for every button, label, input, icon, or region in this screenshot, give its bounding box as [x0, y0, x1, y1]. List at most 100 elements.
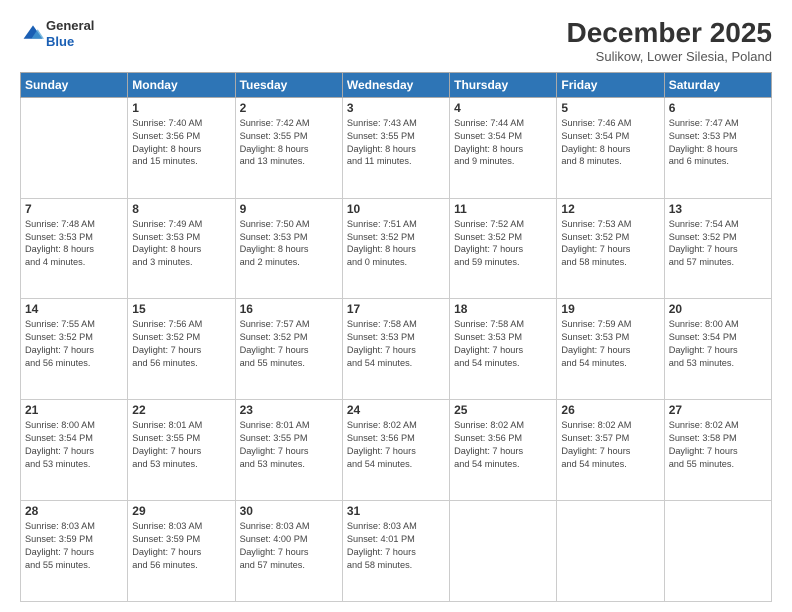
day-info: Sunrise: 7:50 AM Sunset: 3:53 PM Dayligh…	[240, 218, 338, 270]
day-info: Sunrise: 7:47 AM Sunset: 3:53 PM Dayligh…	[669, 117, 767, 169]
calendar-cell: 23 Sunrise: 8:01 AM Sunset: 3:55 PM Dayli…	[235, 400, 342, 501]
day-number: 4	[454, 101, 552, 115]
logo: General Blue	[20, 18, 94, 49]
day-info: Sunrise: 8:02 AM Sunset: 3:56 PM Dayligh…	[347, 419, 445, 471]
day-number: 9	[240, 202, 338, 216]
calendar-cell	[664, 501, 771, 602]
day-info: Sunrise: 8:02 AM Sunset: 3:58 PM Dayligh…	[669, 419, 767, 471]
day-info: Sunrise: 7:56 AM Sunset: 3:52 PM Dayligh…	[132, 318, 230, 370]
calendar-cell	[21, 97, 128, 198]
calendar-cell: 26Sunrise: 8:02 AM Sunset: 3:57 PM Dayli…	[557, 400, 664, 501]
calendar-header-sunday: Sunday	[21, 72, 128, 97]
day-number: 24	[347, 403, 445, 417]
day-info: Sunrise: 7:51 AM Sunset: 3:52 PM Dayligh…	[347, 218, 445, 270]
calendar-cell: 2Sunrise: 7:42 AM Sunset: 3:55 PM Daylig…	[235, 97, 342, 198]
header: General Blue December 2025 Sulikow, Lowe…	[20, 18, 772, 64]
day-info: Sunrise: 8:01 AM Sunset: 3:55 PM Dayligh…	[132, 419, 230, 471]
day-number: 25	[454, 403, 552, 417]
calendar-week-row: 1Sunrise: 7:40 AM Sunset: 3:56 PM Daylig…	[21, 97, 772, 198]
calendar-cell: 20 Sunrise: 8:00 AM Sunset: 3:54 PM Dayli…	[664, 299, 771, 400]
calendar-cell: 22 Sunrise: 8:01 AM Sunset: 3:55 PM Dayli…	[128, 400, 235, 501]
calendar-cell: 25 Sunrise: 8:02 AM Sunset: 3:56 PM Dayli…	[450, 400, 557, 501]
day-info: Sunrise: 8:03 AM Sunset: 4:01 PM Dayligh…	[347, 520, 445, 572]
calendar-cell: 15 Sunrise: 7:56 AM Sunset: 3:52 PM Dayli…	[128, 299, 235, 400]
calendar-cell	[450, 501, 557, 602]
day-info: Sunrise: 7:52 AM Sunset: 3:52 PM Dayligh…	[454, 218, 552, 270]
day-number: 15	[132, 302, 230, 316]
calendar-cell: 27Sunrise: 8:02 AM Sunset: 3:58 PM Dayli…	[664, 400, 771, 501]
day-number: 18	[454, 302, 552, 316]
day-info: Sunrise: 8:02 AM Sunset: 3:56 PM Dayligh…	[454, 419, 552, 471]
calendar-cell: 31Sunrise: 8:03 AM Sunset: 4:01 PM Dayli…	[342, 501, 449, 602]
day-info: Sunrise: 7:44 AM Sunset: 3:54 PM Dayligh…	[454, 117, 552, 169]
day-number: 12	[561, 202, 659, 216]
logo-blue: Blue	[46, 34, 94, 50]
calendar-cell: 12 Sunrise: 7:53 AM Sunset: 3:52 PM Dayli…	[557, 198, 664, 299]
day-number: 29	[132, 504, 230, 518]
calendar-cell: 7Sunrise: 7:48 AM Sunset: 3:53 PM Daylig…	[21, 198, 128, 299]
day-info: Sunrise: 7:49 AM Sunset: 3:53 PM Dayligh…	[132, 218, 230, 270]
calendar-cell: 6 Sunrise: 7:47 AM Sunset: 3:53 PM Daylig…	[664, 97, 771, 198]
calendar-cell: 9 Sunrise: 7:50 AM Sunset: 3:53 PM Daylig…	[235, 198, 342, 299]
day-info: Sunrise: 7:40 AM Sunset: 3:56 PM Dayligh…	[132, 117, 230, 169]
calendar-table: SundayMondayTuesdayWednesdayThursdayFrid…	[20, 72, 772, 602]
calendar-cell: 16 Sunrise: 7:57 AM Sunset: 3:52 PM Dayli…	[235, 299, 342, 400]
calendar-week-row: 7Sunrise: 7:48 AM Sunset: 3:53 PM Daylig…	[21, 198, 772, 299]
day-number: 23	[240, 403, 338, 417]
day-info: Sunrise: 7:54 AM Sunset: 3:52 PM Dayligh…	[669, 218, 767, 270]
calendar-week-row: 21Sunrise: 8:00 AM Sunset: 3:54 PM Dayli…	[21, 400, 772, 501]
day-info: Sunrise: 7:48 AM Sunset: 3:53 PM Dayligh…	[25, 218, 123, 270]
day-info: Sunrise: 8:03 AM Sunset: 3:59 PM Dayligh…	[25, 520, 123, 572]
calendar-cell: 3Sunrise: 7:43 AM Sunset: 3:55 PM Daylig…	[342, 97, 449, 198]
calendar-cell: 14 Sunrise: 7:55 AM Sunset: 3:52 PM Dayli…	[21, 299, 128, 400]
day-number: 21	[25, 403, 123, 417]
day-number: 20	[669, 302, 767, 316]
day-number: 22	[132, 403, 230, 417]
day-number: 3	[347, 101, 445, 115]
logo-general: General	[46, 18, 94, 34]
logo-text: General Blue	[46, 18, 94, 49]
calendar-header-saturday: Saturday	[664, 72, 771, 97]
calendar-cell: 5Sunrise: 7:46 AM Sunset: 3:54 PM Daylig…	[557, 97, 664, 198]
calendar-header-tuesday: Tuesday	[235, 72, 342, 97]
day-info: Sunrise: 8:02 AM Sunset: 3:57 PM Dayligh…	[561, 419, 659, 471]
calendar-week-row: 28 Sunrise: 8:03 AM Sunset: 3:59 PM Dayli…	[21, 501, 772, 602]
day-info: Sunrise: 7:53 AM Sunset: 3:52 PM Dayligh…	[561, 218, 659, 270]
calendar-cell: 8 Sunrise: 7:49 AM Sunset: 3:53 PM Daylig…	[128, 198, 235, 299]
day-info: Sunrise: 8:00 AM Sunset: 3:54 PM Dayligh…	[669, 318, 767, 370]
day-number: 17	[347, 302, 445, 316]
calendar-cell: 1Sunrise: 7:40 AM Sunset: 3:56 PM Daylig…	[128, 97, 235, 198]
day-number: 8	[132, 202, 230, 216]
calendar-header-row: SundayMondayTuesdayWednesdayThursdayFrid…	[21, 72, 772, 97]
day-number: 10	[347, 202, 445, 216]
title-block: December 2025 Sulikow, Lower Silesia, Po…	[567, 18, 772, 64]
day-number: 16	[240, 302, 338, 316]
day-number: 13	[669, 202, 767, 216]
day-number: 14	[25, 302, 123, 316]
day-number: 5	[561, 101, 659, 115]
calendar-cell	[557, 501, 664, 602]
day-number: 6	[669, 101, 767, 115]
day-info: Sunrise: 7:55 AM Sunset: 3:52 PM Dayligh…	[25, 318, 123, 370]
day-info: Sunrise: 8:01 AM Sunset: 3:55 PM Dayligh…	[240, 419, 338, 471]
day-info: Sunrise: 7:42 AM Sunset: 3:55 PM Dayligh…	[240, 117, 338, 169]
day-number: 11	[454, 202, 552, 216]
calendar-page: General Blue December 2025 Sulikow, Lowe…	[0, 0, 792, 612]
calendar-cell: 19Sunrise: 7:59 AM Sunset: 3:53 PM Dayli…	[557, 299, 664, 400]
calendar-cell: 11 Sunrise: 7:52 AM Sunset: 3:52 PM Dayli…	[450, 198, 557, 299]
calendar-cell: 28 Sunrise: 8:03 AM Sunset: 3:59 PM Dayli…	[21, 501, 128, 602]
calendar-week-row: 14 Sunrise: 7:55 AM Sunset: 3:52 PM Dayli…	[21, 299, 772, 400]
day-number: 19	[561, 302, 659, 316]
calendar-cell: 21Sunrise: 8:00 AM Sunset: 3:54 PM Dayli…	[21, 400, 128, 501]
calendar-header-thursday: Thursday	[450, 72, 557, 97]
day-info: Sunrise: 7:57 AM Sunset: 3:52 PM Dayligh…	[240, 318, 338, 370]
month-title: December 2025	[567, 18, 772, 49]
calendar-cell: 4 Sunrise: 7:44 AM Sunset: 3:54 PM Daylig…	[450, 97, 557, 198]
calendar-cell: 13 Sunrise: 7:54 AM Sunset: 3:52 PM Dayli…	[664, 198, 771, 299]
day-info: Sunrise: 7:58 AM Sunset: 3:53 PM Dayligh…	[347, 318, 445, 370]
logo-icon	[22, 23, 44, 45]
calendar-cell: 24 Sunrise: 8:02 AM Sunset: 3:56 PM Dayli…	[342, 400, 449, 501]
day-number: 28	[25, 504, 123, 518]
calendar-cell: 17 Sunrise: 7:58 AM Sunset: 3:53 PM Dayli…	[342, 299, 449, 400]
calendar-header-wednesday: Wednesday	[342, 72, 449, 97]
